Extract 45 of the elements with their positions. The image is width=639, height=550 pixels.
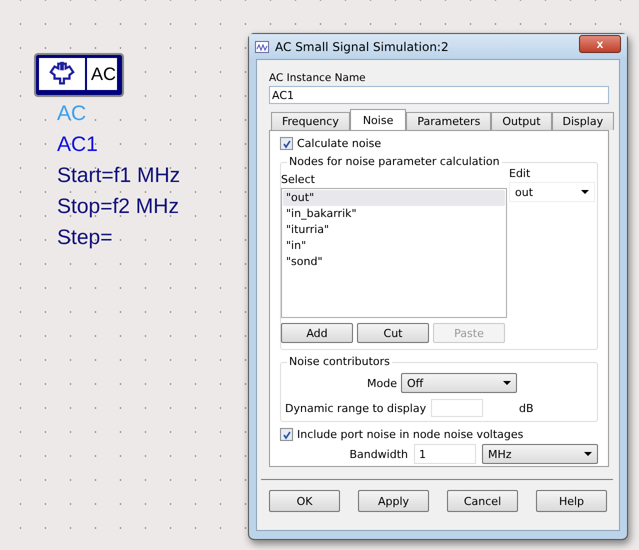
close-button[interactable]: x bbox=[579, 34, 621, 52]
component-parameter: Step= bbox=[57, 225, 114, 251]
bandwidth-field[interactable]: 1 bbox=[414, 444, 476, 464]
checkbox[interactable] bbox=[280, 137, 293, 150]
waveform-icon bbox=[255, 40, 269, 52]
list-button[interactable]: Add bbox=[281, 323, 353, 343]
component-parameter: AC bbox=[57, 101, 88, 127]
field-label: AC Instance Name bbox=[269, 72, 367, 84]
group-title: Nodes for noise parameter calculation bbox=[287, 155, 502, 168]
tab[interactable]: Noise bbox=[350, 109, 406, 130]
edit-label: Edit bbox=[509, 167, 532, 180]
tab[interactable]: Parameters bbox=[406, 112, 492, 130]
component-parameter: Start=f1 MHz bbox=[57, 163, 180, 189]
select-label: Select bbox=[281, 173, 316, 186]
list-item[interactable]: "iturria" bbox=[283, 222, 505, 238]
range-label: Dynamic range to display bbox=[285, 402, 428, 414]
tab[interactable]: Frequency bbox=[271, 112, 350, 130]
component-symbol[interactable]: AC bbox=[36, 55, 122, 95]
list-item[interactable]: "in" bbox=[283, 238, 505, 254]
mode-label: Mode bbox=[367, 376, 397, 390]
range-field[interactable] bbox=[431, 399, 483, 417]
unit-label: dB bbox=[519, 402, 534, 414]
window-title: AC Small Signal Simulation:2 bbox=[275, 40, 450, 54]
list-item[interactable]: "in_bakarrik" bbox=[283, 206, 505, 222]
checkbox-label: Include port noise in node noise voltages bbox=[297, 428, 524, 441]
component-label: AC bbox=[85, 58, 116, 90]
list-button[interactable]: Cut bbox=[357, 323, 429, 343]
dialog-button[interactable]: OK bbox=[269, 490, 340, 512]
list-item[interactable]: "out" bbox=[283, 190, 505, 206]
checkbox[interactable] bbox=[280, 428, 293, 441]
component-parameter: Stop=f2 MHz bbox=[57, 194, 180, 220]
dialog-button[interactable]: Cancel bbox=[447, 490, 518, 512]
list-item[interactable]: "sond" bbox=[283, 254, 505, 270]
bandwidth-label: Bandwidth bbox=[349, 448, 408, 460]
instance-name-field[interactable]: AC1 bbox=[269, 86, 609, 104]
edit-dropdown[interactable]: out bbox=[509, 182, 595, 202]
tab[interactable]: Output bbox=[491, 112, 552, 130]
component-parameter: AC1 bbox=[57, 132, 99, 158]
unit-dropdown[interactable]: MHz bbox=[482, 444, 598, 464]
group-title: Noise contributors bbox=[287, 355, 392, 368]
dialog-button[interactable]: Apply bbox=[358, 490, 429, 512]
checkbox-label: Calculate noise bbox=[297, 137, 382, 150]
tab[interactable]: Display bbox=[552, 112, 614, 130]
mode-dropdown[interactable]: Off bbox=[400, 373, 517, 393]
dialog-button[interactable]: Help bbox=[536, 490, 607, 512]
